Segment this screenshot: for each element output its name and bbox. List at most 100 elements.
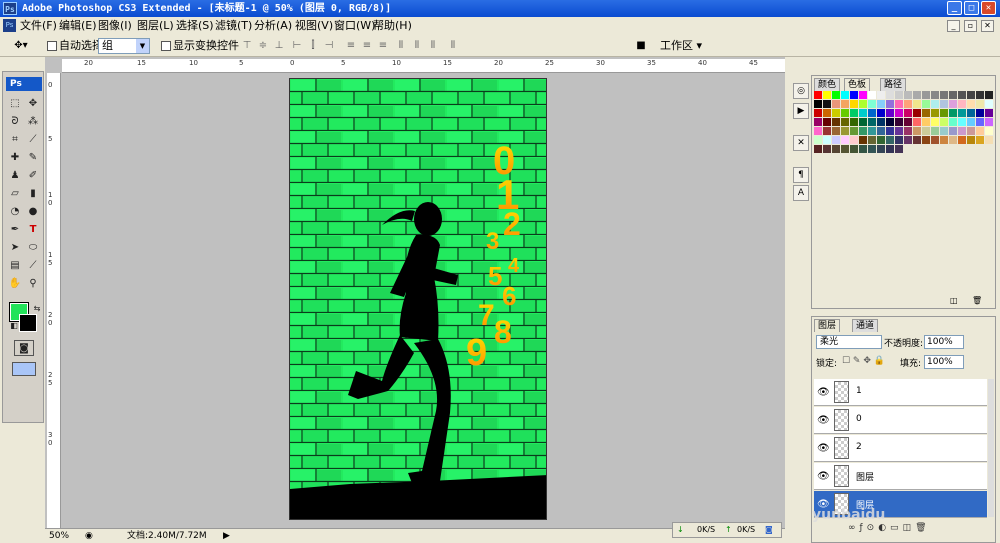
- color-swatch[interactable]: [850, 100, 858, 108]
- color-swatch[interactable]: [967, 109, 975, 117]
- color-swatch[interactable]: [976, 136, 984, 144]
- zoom-level[interactable]: 50%: [49, 529, 69, 543]
- color-swatch[interactable]: [922, 118, 930, 126]
- menu-file[interactable]: 文件(F): [20, 17, 57, 35]
- color-swatch[interactable]: [931, 109, 939, 117]
- layer-row[interactable]: 👁 1: [814, 379, 987, 406]
- maximize-button[interactable]: □: [964, 1, 979, 15]
- color-swatch[interactable]: [868, 145, 876, 153]
- color-swatch[interactable]: [859, 118, 867, 126]
- color-swatch[interactable]: [841, 100, 849, 108]
- crop-tool-icon[interactable]: ⌗: [7, 132, 23, 148]
- color-swatch[interactable]: [877, 91, 885, 99]
- default-colors-icon[interactable]: ◧: [6, 318, 22, 334]
- color-swatch[interactable]: [958, 109, 966, 117]
- swap-colors-icon[interactable]: ⇆: [29, 301, 45, 317]
- color-swatch[interactable]: [913, 91, 921, 99]
- color-swatch[interactable]: [931, 91, 939, 99]
- color-swatch[interactable]: [985, 109, 993, 117]
- color-swatch[interactable]: [904, 100, 912, 108]
- color-swatch[interactable]: [841, 145, 849, 153]
- layer-actions-toolbar[interactable]: ∞ƒ⊙◐▭◫🗑: [848, 523, 931, 533]
- tab-paths[interactable]: 路径: [880, 78, 907, 91]
- color-swatch[interactable]: [868, 136, 876, 144]
- tab-swatches[interactable]: 色板: [844, 78, 871, 91]
- color-swatch[interactable]: [940, 136, 948, 144]
- color-swatch[interactable]: [814, 127, 822, 135]
- color-swatch[interactable]: [949, 136, 957, 144]
- color-swatch[interactable]: [886, 91, 894, 99]
- color-swatch[interactable]: [940, 109, 948, 117]
- quick-mask-icon[interactable]: ◙: [14, 340, 34, 356]
- color-swatch[interactable]: [949, 118, 957, 126]
- color-swatch[interactable]: [841, 91, 849, 99]
- color-swatch[interactable]: [859, 109, 867, 117]
- menu-edit[interactable]: 编辑(E): [59, 17, 97, 35]
- doc-restore-button[interactable]: ▫: [964, 20, 977, 32]
- color-swatch[interactable]: [922, 109, 930, 117]
- camera-icon[interactable]: ■: [632, 40, 650, 52]
- menu-image[interactable]: 图像(I): [98, 17, 132, 35]
- tab-channels[interactable]: 通道: [852, 319, 879, 332]
- magic-wand-icon[interactable]: ⁂: [25, 114, 41, 130]
- color-swatch[interactable]: [931, 127, 939, 135]
- new-swatch-icon[interactable]: ◫: [950, 296, 958, 305]
- shape-tool-icon[interactable]: ⬭: [25, 240, 41, 256]
- color-swatch[interactable]: [895, 127, 903, 135]
- minimize-button[interactable]: _: [947, 1, 962, 15]
- color-swatch[interactable]: [976, 100, 984, 108]
- distribute-left-icon[interactable]: ⦀: [394, 40, 408, 52]
- color-swatch[interactable]: [967, 136, 975, 144]
- eye-icon[interactable]: 👁: [817, 387, 830, 398]
- fill-field[interactable]: 100%: [924, 355, 964, 369]
- color-swatch[interactable]: [958, 136, 966, 144]
- notes-tool-icon[interactable]: ▤: [7, 258, 23, 274]
- color-swatch[interactable]: [904, 91, 912, 99]
- menu-select[interactable]: 选择(S): [176, 17, 214, 35]
- color-swatch[interactable]: [850, 91, 858, 99]
- color-swatch[interactable]: [814, 145, 822, 153]
- status-menu-arrow[interactable]: ▶: [223, 529, 230, 543]
- color-swatch[interactable]: [868, 118, 876, 126]
- color-swatch[interactable]: [931, 118, 939, 126]
- auto-select-dropdown[interactable]: 组 ▼: [98, 38, 150, 54]
- color-swatch[interactable]: [922, 136, 930, 144]
- doc-close-button[interactable]: ✕: [981, 20, 994, 32]
- align-hcenter-icon[interactable]: ⫿: [306, 40, 320, 52]
- color-swatch[interactable]: [832, 118, 840, 126]
- color-swatch[interactable]: [958, 100, 966, 108]
- color-swatch[interactable]: [868, 109, 876, 117]
- color-swatch[interactable]: [823, 118, 831, 126]
- history-brush-icon[interactable]: ✐: [25, 168, 41, 184]
- color-swatch[interactable]: [904, 109, 912, 117]
- color-swatch[interactable]: [859, 136, 867, 144]
- color-swatch[interactable]: [814, 100, 822, 108]
- color-swatch[interactable]: [859, 91, 867, 99]
- color-swatch[interactable]: [958, 127, 966, 135]
- color-swatch[interactable]: [904, 118, 912, 126]
- color-swatch[interactable]: [895, 118, 903, 126]
- eyedropper-icon[interactable]: ⟋: [25, 258, 41, 274]
- color-swatch[interactable]: [949, 100, 957, 108]
- blend-mode-dropdown[interactable]: 柔光: [816, 335, 882, 349]
- color-swatch[interactable]: [931, 136, 939, 144]
- tab-layers[interactable]: 图层: [814, 319, 841, 332]
- color-swatch[interactable]: [895, 145, 903, 153]
- eye-icon[interactable]: 👁: [817, 415, 830, 426]
- color-swatch[interactable]: [832, 127, 840, 135]
- opacity-field[interactable]: 100%: [924, 335, 964, 349]
- screen-mode-icon[interactable]: [12, 362, 36, 376]
- distribute-bottom-icon[interactable]: ≡: [376, 40, 390, 52]
- color-swatch[interactable]: [823, 109, 831, 117]
- color-swatch[interactable]: [985, 91, 993, 99]
- color-swatch[interactable]: [850, 109, 858, 117]
- color-swatch[interactable]: [868, 100, 876, 108]
- tools-preset-icon[interactable]: ✕: [793, 135, 809, 151]
- document-canvas[interactable]: 0 1 2 3 4 5 6 7 8 9: [289, 78, 547, 520]
- color-swatch[interactable]: [886, 109, 894, 117]
- slice-tool-icon[interactable]: ⟋: [25, 132, 41, 148]
- color-swatch[interactable]: [841, 136, 849, 144]
- layer-row[interactable]: 👁 0: [814, 407, 987, 434]
- doc-minimize-button[interactable]: _: [947, 20, 960, 32]
- layers-scrollbar[interactable]: [988, 379, 994, 517]
